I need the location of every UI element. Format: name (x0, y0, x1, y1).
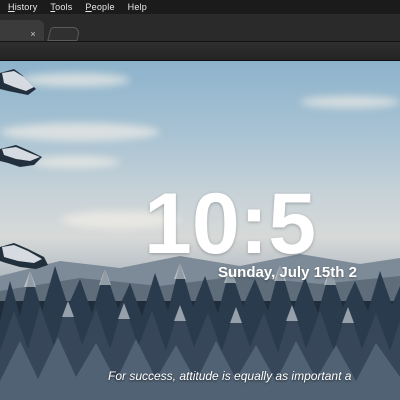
menu-tools-label: ools (55, 2, 73, 12)
new-tab-icon[interactable] (47, 27, 81, 41)
menu-people[interactable]: People (85, 2, 114, 12)
quote-text: For success, attitude is equally as impo… (108, 369, 352, 383)
menu-history-accel: H (8, 2, 15, 12)
cloud (300, 96, 400, 108)
clock-time: 10:5 (144, 176, 317, 272)
menu-people-label: eople (91, 2, 115, 12)
menu-bar: History Tools People Help (0, 0, 400, 14)
menu-help[interactable]: Help (128, 2, 147, 12)
menu-tools[interactable]: Tools (50, 2, 72, 12)
clock-date: Sunday, July 15th 2 (218, 264, 357, 281)
toolbar (0, 42, 400, 61)
menu-help-label: Help (127, 2, 147, 12)
menu-history[interactable]: History (8, 2, 37, 12)
tab-new-tab[interactable]: × (0, 20, 44, 41)
menu-history-label: istory (14, 2, 38, 12)
new-tab-page: 10:5 Sunday, July 15th 2 For success, at… (0, 61, 400, 400)
tab-strip: × (0, 14, 400, 42)
snowy-branch (0, 69, 48, 269)
close-icon[interactable]: × (28, 29, 38, 39)
